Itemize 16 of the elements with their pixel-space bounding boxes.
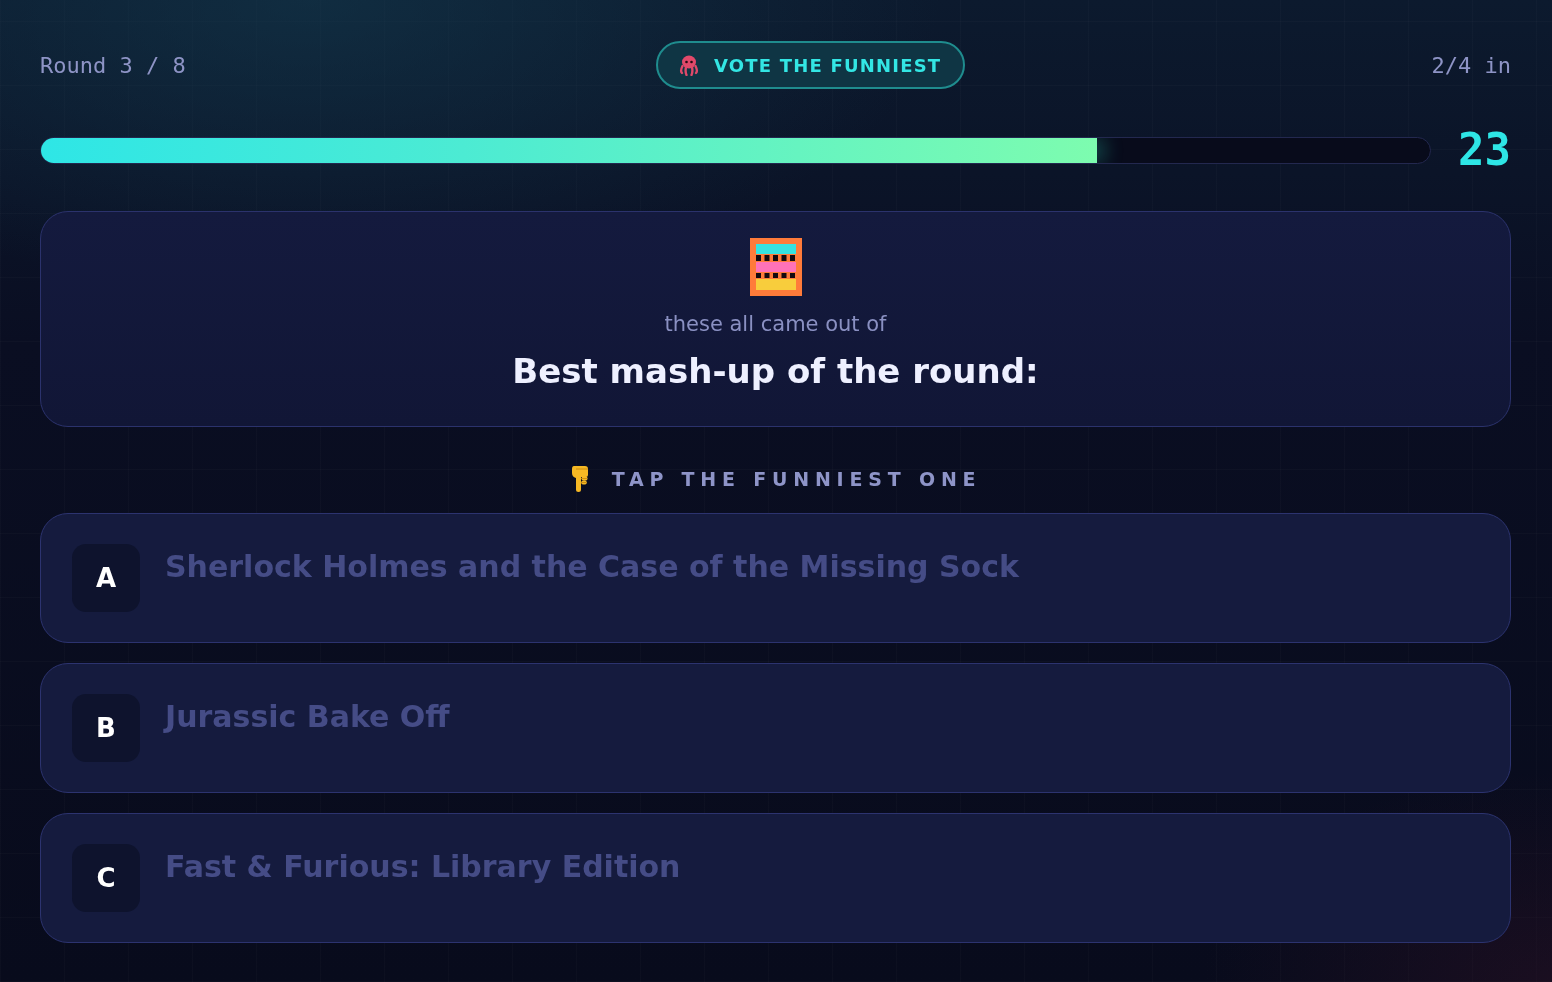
- round-counter: Round 3 / 8: [40, 52, 186, 78]
- option-letter: B: [72, 694, 140, 762]
- prompt-subtitle: these all came out of: [664, 311, 887, 338]
- octopus-icon: [678, 54, 700, 76]
- answer-option[interactable]: B Jurassic Bake Off: [40, 663, 1511, 793]
- option-letter: A: [72, 544, 140, 612]
- option-letter: C: [72, 844, 140, 912]
- phase-label: VOTE THE FUNNIEST: [714, 54, 942, 76]
- answer-option[interactable]: A Sherlock Holmes and the Case of the Missing Sock: [40, 513, 1511, 643]
- answer-option[interactable]: C Fast & Furious: Library Edition: [40, 813, 1511, 943]
- mashup-icon: [749, 238, 802, 296]
- prompt-title: Best mash-up of the round:: [512, 350, 1039, 393]
- pointing-down-hand-icon: [569, 466, 590, 492]
- timer-seconds: 23: [1458, 130, 1511, 170]
- instruction-text: TAP THE FUNNIEST ONE: [611, 468, 982, 490]
- submitted-count: 2/4 in: [1431, 52, 1511, 78]
